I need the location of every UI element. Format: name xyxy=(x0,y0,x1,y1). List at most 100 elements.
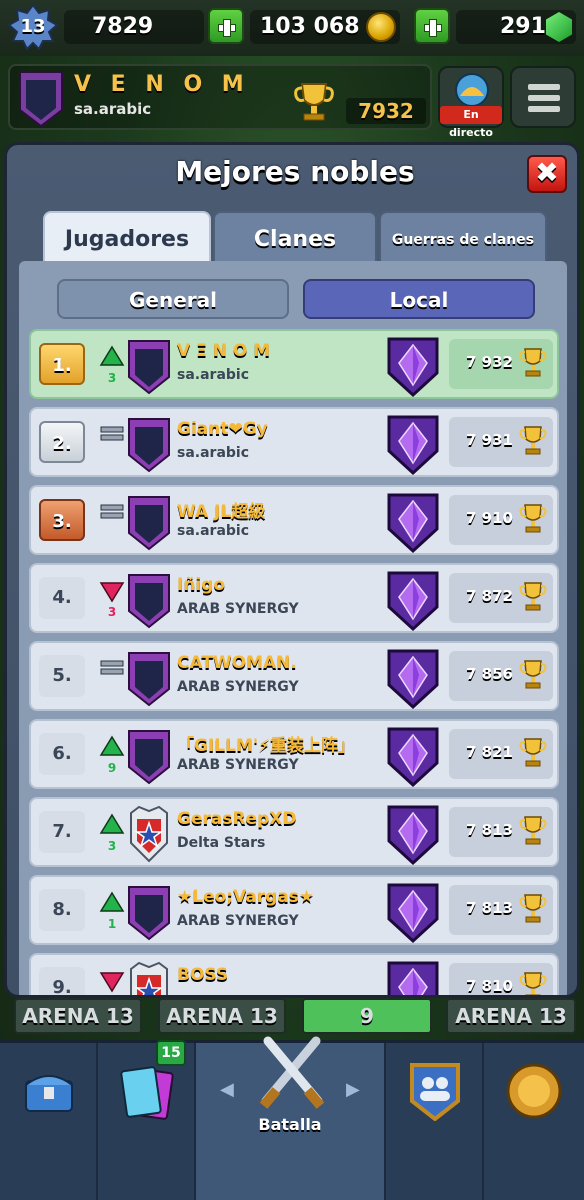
live-tv-button[interactable]: En directo xyxy=(438,66,504,139)
league-crystal-icon xyxy=(387,961,439,995)
player-nickname: 「GILLM'⚡重装上阵」 xyxy=(177,736,356,756)
league-crystal-icon xyxy=(387,649,439,710)
menu-icon-line xyxy=(528,95,560,101)
trophy-icon-wrap xyxy=(519,347,547,379)
trophy-count: 7 810 xyxy=(466,977,513,995)
trophy-count-box: 7 810 xyxy=(449,963,553,995)
nav-tab-battle[interactable]: ◀ ▶ Batalla xyxy=(196,1036,386,1200)
player-nickname: BOSS xyxy=(177,965,229,985)
leaderboard-row[interactable]: 8. 1 ★Leo;Vargas★ ARAB SYNERGY 7 813 xyxy=(29,875,559,945)
moon-badge-icon xyxy=(128,496,170,551)
trophy-icon-wrap xyxy=(519,893,547,925)
trophy-count-box: 7 931 xyxy=(449,417,553,467)
trophy-icon-wrap xyxy=(519,503,547,535)
league-badge xyxy=(383,489,443,555)
tab-clan-wars-label: Guerras de clanes xyxy=(391,232,535,248)
league-crystal-icon xyxy=(387,337,439,398)
rank-trend: 3 xyxy=(99,345,125,385)
close-button[interactable]: ✖ xyxy=(527,155,567,193)
nav-left-arrow-icon[interactable]: ◀ xyxy=(220,1079,234,1100)
arena-label: ARENA 13 xyxy=(14,998,142,1034)
rank-trend xyxy=(99,969,125,995)
moon-badge-icon xyxy=(128,730,170,785)
trophy-icon xyxy=(519,504,547,533)
rank-number: 8. xyxy=(39,889,85,931)
leaderboard-row[interactable]: 4. 3 Iñigo ARAB SYNERGY 7 872 xyxy=(29,563,559,633)
trophy-icon xyxy=(519,426,547,455)
tab-players[interactable]: Jugadores xyxy=(43,211,211,265)
rank-change-value: 9 xyxy=(107,761,117,775)
leaderboard-row[interactable]: 6. 9 「GILLM'⚡重装上阵」 ARAB SYNERGY 7 821 xyxy=(29,719,559,789)
arena-strip: ARENA 13 ARENA 13 9 ARENA 13 xyxy=(0,998,584,1036)
menu-icon xyxy=(528,84,560,90)
trend-up-icon xyxy=(99,345,125,366)
main-menu-button[interactable] xyxy=(510,66,576,128)
trend-up-icon xyxy=(99,891,125,912)
leaderboard-row[interactable]: 2. Giant❤Gy sa.arabic 7 931 xyxy=(29,407,559,477)
buy-gems-button[interactable] xyxy=(414,8,450,44)
moon-badge-icon xyxy=(128,574,170,629)
player-profile-strip[interactable]: V E N O M sa.arabic 7932 xyxy=(8,64,432,130)
player-clan: sa.arabic xyxy=(177,367,250,383)
leaderboard-row[interactable]: 9. BOSS 7 810 xyxy=(29,953,559,995)
league-badge xyxy=(383,411,443,477)
events-icon xyxy=(506,1063,562,1119)
moon-badge-icon xyxy=(128,652,170,707)
leaderboard-row[interactable]: 3. WA JL超級 sa.arabic 7 910 xyxy=(29,485,559,555)
tab-clans[interactable]: Clanes xyxy=(213,211,377,265)
rank-trend: 3 xyxy=(99,813,125,853)
level-badge[interactable]: 13 xyxy=(8,4,58,50)
rank-number: 3. xyxy=(39,499,85,541)
rank-number: 9. xyxy=(39,967,85,995)
player-nickname: Iñigo xyxy=(177,575,226,595)
trophy-icon xyxy=(294,83,334,121)
trophy-icon xyxy=(519,348,547,377)
league-badge xyxy=(383,879,443,945)
trophy-count: 7 821 xyxy=(466,743,513,761)
clan-icon xyxy=(410,1063,460,1121)
trophy-icon xyxy=(519,582,547,611)
player-trophies-value: 7932 xyxy=(346,98,426,124)
trophy-icon-wrap xyxy=(519,425,547,457)
player-clan: Delta Stars xyxy=(177,835,266,851)
rank-trend: 3 xyxy=(99,579,125,619)
rank-number: 4. xyxy=(39,577,85,619)
nav-tab-clan[interactable] xyxy=(386,1043,484,1200)
nav-tab-cards[interactable] xyxy=(98,1043,196,1200)
trend-same-icon xyxy=(100,504,124,519)
leaderboard-row[interactable]: 5. CATWOMAN. ARAB SYNERGY 7 856 xyxy=(29,641,559,711)
segment-general[interactable]: General xyxy=(57,279,289,319)
league-crystal-icon xyxy=(387,571,439,632)
royale-tv-icon xyxy=(455,73,489,107)
cards-icon xyxy=(120,1066,174,1120)
league-crystal-icon xyxy=(387,883,439,944)
trophy-count-box: 7 813 xyxy=(449,885,553,935)
tab-players-label: Jugadores xyxy=(64,227,190,252)
leaderboard-row[interactable]: 7. 3 GerasRepXD Delta Stars 7 813 xyxy=(29,797,559,867)
tab-clan-wars[interactable]: Guerras de clanes xyxy=(379,211,547,265)
segment-local[interactable]: Local xyxy=(303,279,535,319)
league-badge xyxy=(383,333,443,399)
trophy-count: 7 856 xyxy=(466,665,513,683)
league-crystal-icon xyxy=(387,493,439,554)
clan-badge xyxy=(127,337,171,395)
nav-tab-events[interactable] xyxy=(484,1043,584,1200)
trophy-icon xyxy=(519,894,547,923)
rank-change-value: 3 xyxy=(107,839,117,853)
crossed-swords-icon xyxy=(259,1036,325,1109)
trophy-icon-wrap xyxy=(519,581,547,613)
arena-label: ARENA 13 xyxy=(446,998,576,1034)
player-nickname: WA JL超級 xyxy=(177,502,266,522)
level-value: 13 xyxy=(20,16,46,37)
player-clan: ARAB SYNERGY xyxy=(177,913,299,929)
leaderboard-modal: Mejores nobles ✖ Jugadores Clanes Guerra… xyxy=(4,142,580,998)
trophy-count-box: 7 813 xyxy=(449,807,553,857)
leaderboard-row[interactable]: 1. 3 V Ξ N O M sa.arabic 7 932 xyxy=(29,329,559,399)
nav-right-arrow-icon[interactable]: ▶ xyxy=(346,1079,360,1100)
leaderboard-list[interactable]: 1. 3 V Ξ N O M sa.arabic 7 932 2. Giant❤Gy sa.a… xyxy=(27,329,563,995)
nav-tab-shop[interactable] xyxy=(0,1043,98,1200)
player-clan: sa.arabic xyxy=(177,445,250,461)
buy-gold-button[interactable] xyxy=(208,8,244,44)
trophy-count: 7 932 xyxy=(466,353,513,371)
rank-number: 5. xyxy=(39,655,85,697)
